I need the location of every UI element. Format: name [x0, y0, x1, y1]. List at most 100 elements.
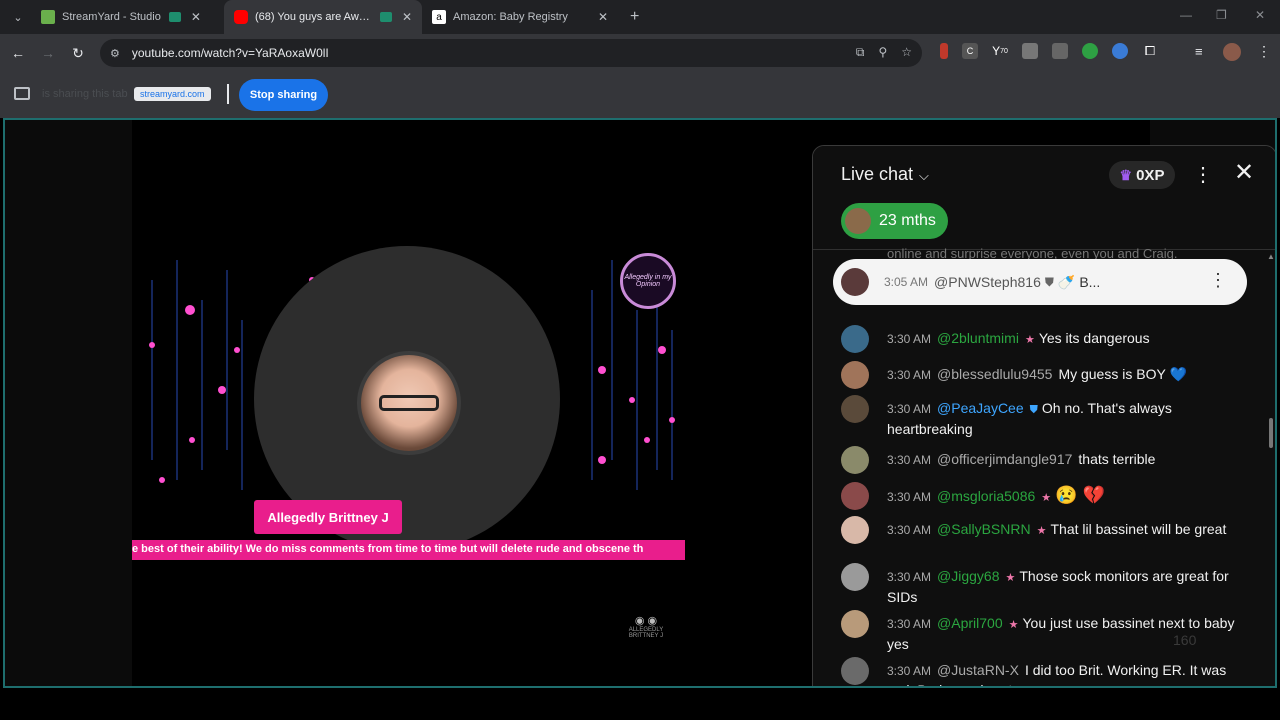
chat-message: 3:30 AM @JustaRN-X I did too Brit. Working…: [841, 657, 1251, 686]
pinned-menu-icon[interactable]: ⋮: [1209, 270, 1227, 291]
message-author[interactable]: @2bluntmimi: [937, 330, 1019, 346]
ghost-counter: 160: [1173, 632, 1197, 648]
message-time: 3:30 AM: [887, 368, 932, 382]
audio-icon[interactable]: [379, 12, 392, 22]
youtube-favicon-icon: [234, 10, 248, 24]
user-avatar[interactable]: [841, 325, 869, 353]
message-author[interactable]: @officerjimdangle917: [937, 451, 1072, 467]
audio-icon[interactable]: [168, 12, 181, 22]
reload-icon[interactable]: ↻: [63, 45, 93, 62]
member-badge-icon: ★: [1008, 619, 1019, 631]
message-text: 😢 💔: [1055, 485, 1105, 505]
eyes-watermark-logo: ◉ ◉ ALLEGEDLY BRITTNEY J: [620, 614, 672, 648]
extension-refresh-icon[interactable]: [1052, 43, 1068, 59]
baby-bottle-icon: 🍼: [1057, 273, 1076, 290]
new-tab-icon[interactable]: +: [630, 8, 639, 26]
user-avatar[interactable]: [841, 361, 869, 389]
message-author[interactable]: @JustaRN-X: [937, 662, 1019, 678]
message-author[interactable]: @PeaJayCee: [937, 400, 1024, 416]
site-info-icon[interactable]: ⚙: [110, 47, 120, 60]
extension-blue-icon[interactable]: [1112, 43, 1128, 59]
xp-badge[interactable]: ♛ 0XP: [1109, 161, 1175, 189]
user-avatar[interactable]: [841, 482, 869, 510]
host-name-tag: Allegedly Brittney J: [254, 500, 402, 534]
message-text: Yes its dangerous: [1038, 330, 1150, 346]
tab-strip: ⌄ StreamYard - Studio ✕ (68) You guys ar…: [0, 0, 1280, 34]
message-text: That lil bassinet will be great: [1050, 521, 1227, 537]
message-author[interactable]: @PNWSteph816: [934, 274, 1041, 290]
streamyard-favicon-icon: [41, 10, 55, 24]
extension-green-icon[interactable]: [1082, 43, 1098, 59]
message-time: 3:30 AM: [887, 490, 932, 504]
pinned-message[interactable]: 3:05 AM @PNWSteph816 ⛊ 🍼 B... ⋮: [833, 259, 1247, 305]
close-window-icon[interactable]: ✕: [1255, 8, 1265, 22]
back-icon[interactable]: ←: [3, 45, 33, 61]
chat-message: 3:30 AM @SallyBSNRN ★ That lil bassinet wil…: [841, 516, 1251, 544]
tab-title: StreamYard - Studio: [62, 11, 161, 23]
message-author[interactable]: @blessedlulu9455: [937, 366, 1052, 382]
message-author[interactable]: @Jiggy68: [937, 568, 999, 584]
tab-amazon[interactable]: a Amazon: Baby Registry ✕: [422, 0, 618, 34]
profile-avatar[interactable]: [1223, 43, 1241, 61]
message-time: 3:30 AM: [887, 453, 932, 467]
tab-search-button[interactable]: ⌄: [5, 6, 31, 28]
extension-c-icon[interactable]: C: [962, 43, 978, 59]
user-avatar[interactable]: [841, 395, 869, 423]
scroll-thumb[interactable]: [1269, 418, 1273, 448]
extension-y-icon[interactable]: Y 70: [992, 43, 1008, 59]
media-control-icon[interactable]: ≡: [1195, 44, 1203, 59]
message-time: 3:30 AM: [887, 523, 932, 537]
address-bar[interactable]: ⚙ youtube.com/watch?v=YaRAoxaW0lI ⧉ ⚲ ☆: [100, 39, 922, 67]
message-time: 3:30 AM: [887, 570, 932, 584]
user-avatar[interactable]: [841, 516, 869, 544]
tab-youtube[interactable]: (68) You guys are Awesome ✕: [224, 0, 422, 34]
shared-tab-content: Allegedly Brittney J e best of their abi…: [3, 118, 1277, 688]
restore-icon[interactable]: ❐: [1216, 8, 1227, 22]
user-avatar[interactable]: [841, 563, 869, 591]
chat-message: 3:30 AM @2bluntmimi ★ Yes its dangerous: [841, 325, 1251, 353]
url-text: youtube.com/watch?v=YaRAoxaW0lI: [131, 46, 329, 60]
membership-badge[interactable]: 23 mths: [841, 203, 948, 239]
close-tab-icon[interactable]: ✕: [598, 10, 608, 24]
membership-duration: 23 mths: [879, 212, 936, 229]
member-badge-icon: ★: [1024, 334, 1035, 346]
chat-message: 3:30 AM @blessedlulu9455 My guess is BOY 💙: [841, 361, 1251, 389]
close-chat-icon[interactable]: ✕: [1234, 158, 1254, 187]
bookmark-star-icon[interactable]: ☆: [901, 45, 912, 60]
sharing-domain-pill: streamyard.com: [134, 87, 211, 101]
zoom-icon[interactable]: ⚲: [878, 45, 887, 60]
chat-menu-icon[interactable]: ⋮: [1193, 162, 1213, 187]
xp-value: 0XP: [1136, 166, 1165, 184]
message-author[interactable]: @April700: [937, 615, 1003, 631]
scroll-up-arrow-icon[interactable]: ▲: [1267, 252, 1275, 261]
chat-message: 3:30 AM @Jiggy68 ★ Those sock monitors are …: [841, 563, 1251, 607]
user-avatar[interactable]: [841, 657, 869, 685]
video-player[interactable]: Allegedly Brittney J e best of their abi…: [132, 120, 1275, 686]
message-author[interactable]: @SallyBSNRN: [937, 521, 1031, 537]
forward-icon[interactable]: →: [33, 45, 63, 61]
member-badge-icon: ★: [1041, 492, 1052, 504]
moderator-shield-icon: ⛊: [1044, 274, 1054, 289]
stop-sharing-button[interactable]: Stop sharing: [239, 79, 328, 111]
message-author[interactable]: @msgloria5086: [937, 488, 1035, 504]
extension-red-icon[interactable]: [940, 43, 948, 59]
eyes-icon: ◉ ◉: [634, 615, 658, 627]
close-tab-icon[interactable]: ✕: [402, 10, 412, 24]
tab-sharing-bar: is sharing this tab streamyard.com Stop …: [0, 72, 1280, 118]
chevron-down-icon: ⌄: [13, 11, 23, 24]
divider: [227, 84, 229, 104]
moderator-shield-icon: ⛊: [1029, 404, 1038, 416]
browser-menu-icon[interactable]: ⋮: [1257, 43, 1271, 60]
extensions-puzzle-icon[interactable]: ⧠: [1142, 43, 1158, 59]
chat-mode-dropdown[interactable]: Live chat ⌵: [841, 164, 929, 185]
user-avatar[interactable]: [841, 610, 869, 638]
user-avatar[interactable]: [841, 446, 869, 474]
chat-scrollbar[interactable]: ▲: [1267, 250, 1275, 686]
minimize-icon[interactable]: —: [1180, 8, 1192, 22]
tab-streamyard[interactable]: StreamYard - Studio ✕: [31, 0, 224, 34]
close-tab-icon[interactable]: ✕: [191, 10, 201, 24]
install-app-icon[interactable]: ⧉: [856, 45, 865, 60]
tab-title: Amazon: Baby Registry: [453, 11, 568, 23]
channel-logo: Allegedly in my Opinion: [620, 253, 676, 309]
extension-gray-icon[interactable]: [1022, 43, 1038, 59]
